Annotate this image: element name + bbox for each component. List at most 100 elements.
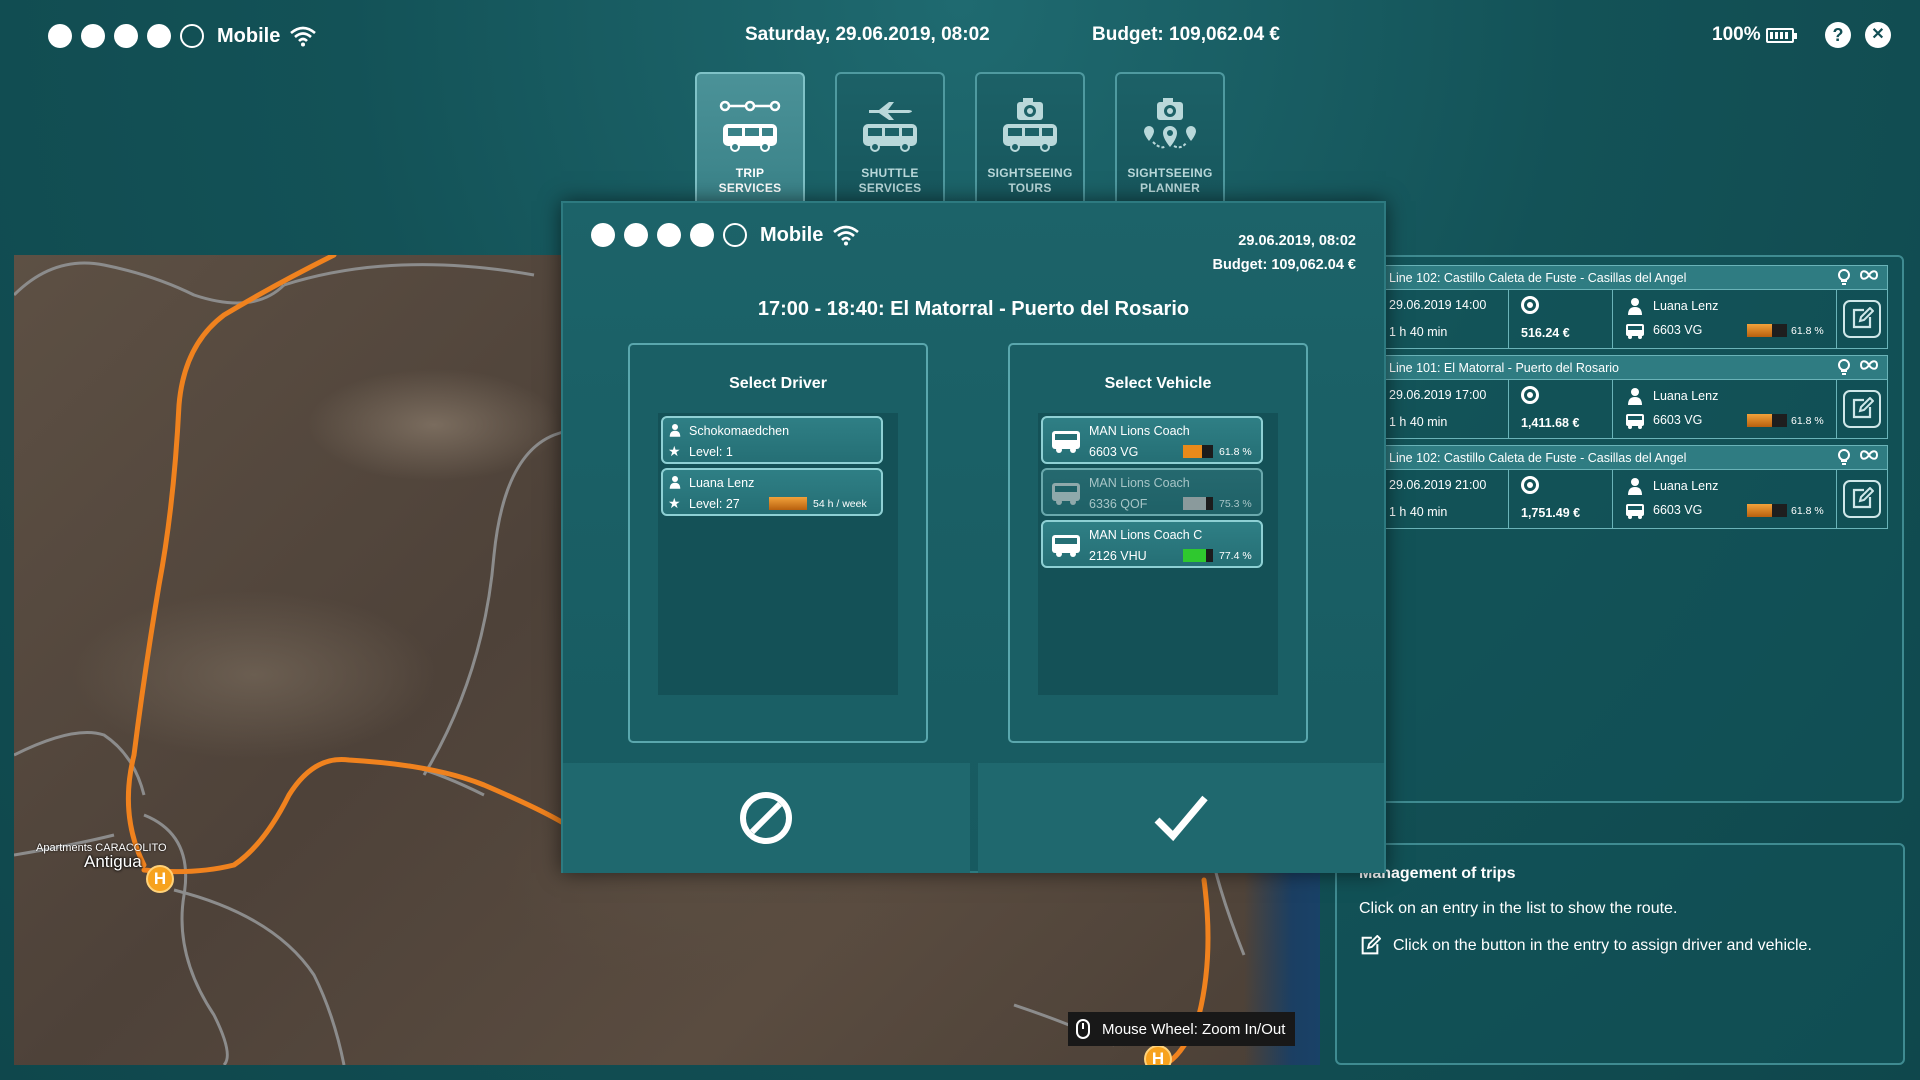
trip-date: 29.06.2019 17:00: [1389, 388, 1487, 402]
vehicle-card[interactable]: MAN Lions Coach 6603 VG 61.8 %: [1041, 416, 1263, 464]
signal-dot: [147, 24, 171, 48]
route-bus-icon: [719, 100, 781, 152]
driver-card[interactable]: Schokomaedchen ★ Level: 1: [661, 416, 883, 464]
trip-line: Line 101: El Matorral - Puerto del Rosar…: [1389, 360, 1619, 375]
assign-edit-button[interactable]: [1843, 480, 1881, 518]
select-vehicle-title: Select Vehicle: [1104, 375, 1212, 392]
workload-bar: [769, 497, 807, 510]
bus-icon: [1626, 504, 1644, 519]
trip-entry[interactable]: Line 102: Castillo Caleta de Fuste - Cas…: [1384, 445, 1888, 529]
tab-sightseeing-planner[interactable]: SIGHTSEEING PLANNER: [1115, 72, 1225, 202]
tab-trip-services[interactable]: TRIP SERVICES: [695, 72, 805, 202]
help-button[interactable]: ?: [1825, 22, 1851, 48]
trip-entry[interactable]: Line 102: Castillo Caleta de Fuste - Cas…: [1384, 265, 1888, 349]
tab-label-line1: TRIP: [735, 166, 765, 180]
mouse-icon: [1076, 1019, 1090, 1039]
condition-percent: 61.8 %: [1791, 415, 1824, 427]
dialog-date: 29.06.2019, 08:02: [1238, 233, 1356, 249]
vehicle-condition: 77.4 %: [1219, 550, 1252, 562]
tab-label-line2: PLANNER: [1139, 181, 1201, 195]
confirm-button[interactable]: [977, 763, 1384, 873]
vehicle-condition-bar: [1183, 445, 1213, 458]
vehicle-plate: 6336 QOF: [1089, 497, 1148, 511]
signal-dot: [48, 24, 72, 48]
target-icon: [1521, 296, 1539, 314]
tab-shuttle-services[interactable]: SHUTTLE SERVICES: [835, 72, 945, 202]
driver-icon: [1628, 388, 1642, 405]
driver-list[interactable]: Schokomaedchen ★ Level: 1 Luana Lenz ★ L…: [658, 413, 898, 695]
trip-line: Line 102: Castillo Caleta de Fuste - Cas…: [1389, 270, 1687, 285]
trip-header: Line 101: El Matorral - Puerto del Rosar…: [1384, 355, 1888, 379]
condition-bar-fill: [1747, 324, 1772, 337]
status-bar: Mobile Saturday, 29.06.2019, 08:02 Budge…: [0, 0, 1920, 72]
close-button[interactable]: ✕: [1865, 22, 1891, 48]
signal-dot-empty: [723, 223, 747, 247]
driver-name: Schokomaedchen: [689, 424, 790, 438]
driver-icon: [669, 476, 681, 489]
assigned-vehicle: 6603 VG: [1653, 413, 1703, 427]
assign-edit-button[interactable]: [1843, 300, 1881, 338]
signal-dot: [657, 223, 681, 247]
map-label-town: Antigua: [84, 852, 142, 871]
bus-icon: [1052, 431, 1080, 453]
trip-duration: 1 h 40 min: [1389, 325, 1448, 339]
assigned-vehicle: 6603 VG: [1653, 323, 1703, 337]
trip-duration: 1 h 40 min: [1389, 505, 1448, 519]
signal-dot: [624, 223, 648, 247]
signal-dot-empty: [180, 24, 204, 48]
condition-bar: [1747, 504, 1787, 517]
vehicle-card[interactable]: MAN Lions Coach C 2126 VHU 77.4 %: [1041, 520, 1263, 568]
bus-hub-marker[interactable]: H: [146, 865, 174, 893]
wifi-icon: [833, 225, 860, 246]
dialog-title: 17:00 - 18:40: El Matorral - Puerto del …: [757, 298, 1190, 320]
infinity-icon: [1859, 270, 1879, 280]
driver-name: Luana Lenz: [689, 476, 755, 490]
assigned-driver: Luana Lenz: [1653, 479, 1719, 493]
signal-strength: Mobile: [48, 24, 317, 48]
bus-icon: [1052, 483, 1080, 505]
driver-icon: [1628, 478, 1642, 495]
edit-icon: [1852, 307, 1874, 329]
battery-icon: [1766, 28, 1797, 43]
assign-edit-button[interactable]: [1843, 390, 1881, 428]
bulb-icon: [1838, 269, 1850, 285]
trip-entry[interactable]: Line 101: El Matorral - Puerto del Rosar…: [1384, 355, 1888, 439]
vehicle-list[interactable]: MAN Lions Coach 6603 VG 61.8 % MAN Lions…: [1038, 413, 1278, 695]
edit-icon: [1361, 935, 1381, 955]
select-driver-box: Select Driver Schokomaedchen ★ Level: 1 …: [628, 343, 928, 743]
battery-percentage: 100%: [1712, 24, 1761, 45]
management-hint-route: Click on an entry in the list to show th…: [1359, 900, 1678, 917]
zoom-hint-text: Mouse Wheel: Zoom In/Out: [1102, 1020, 1286, 1038]
budget-display: Budget: 109,062.04 €: [1092, 24, 1280, 45]
wifi-icon: [290, 26, 317, 47]
vehicle-model: MAN Lions Coach C: [1089, 528, 1203, 542]
condition-percent: 61.8 %: [1791, 505, 1824, 517]
service-tabs: TRIP SERVICES SHUTTLE SERVICES SIGHTSEEI…: [695, 72, 1225, 202]
target-icon: [1521, 386, 1539, 404]
tab-label-line1: SIGHTSEEING: [987, 166, 1073, 180]
vehicle-card[interactable]: MAN Lions Coach 6336 QOF 75.3 %: [1041, 468, 1263, 516]
vehicle-condition: 75.3 %: [1219, 498, 1252, 510]
assign-dialog: Mobile 29.06.2019, 08:02 Budget: 109,062…: [561, 201, 1386, 873]
cancel-button[interactable]: [563, 763, 970, 873]
tab-sightseeing-tours[interactable]: SIGHTSEEING TOURS: [975, 72, 1085, 202]
bus-hub-marker[interactable]: H: [1144, 1045, 1172, 1065]
trip-revenue: 1,411.68 €: [1521, 416, 1580, 430]
plane-bus-icon: [863, 102, 917, 152]
trip-date: 29.06.2019 14:00: [1389, 298, 1487, 312]
bus-icon: [1626, 324, 1644, 339]
vehicle-condition-bar: [1183, 497, 1213, 510]
vehicle-condition-fill: [1183, 497, 1206, 510]
condition-bar-fill: [1747, 414, 1772, 427]
bus-icon: [1626, 414, 1644, 429]
star-icon: ★: [668, 443, 681, 459]
condition-bar-fill: [1747, 504, 1772, 517]
vehicle-condition: 61.8 %: [1219, 446, 1252, 458]
vehicle-plate: 6603 VG: [1089, 445, 1139, 459]
bus-icon: [1052, 535, 1080, 557]
driver-card[interactable]: Luana Lenz ★ Level: 27 54 h / week: [661, 468, 883, 516]
trip-duration: 1 h 40 min: [1389, 415, 1448, 429]
dialog-actions: [563, 763, 1384, 873]
checkmark-icon: [1154, 795, 1208, 842]
assigned-driver: Luana Lenz: [1653, 299, 1719, 313]
